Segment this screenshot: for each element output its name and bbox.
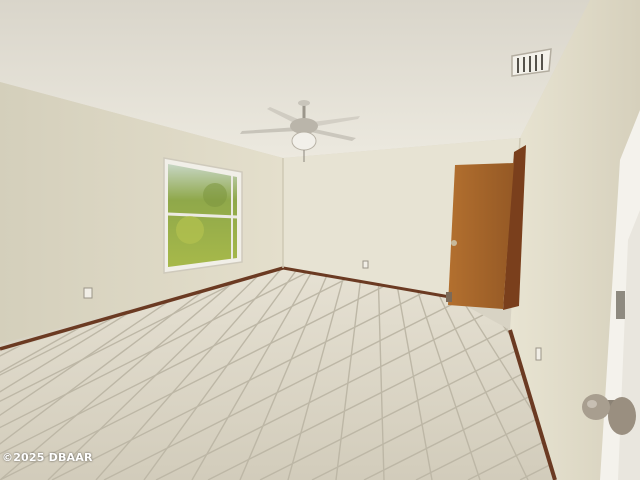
electrical-outlet-icon (83, 287, 93, 299)
room-photo: ©2025 DBAAR (0, 0, 640, 480)
door-hinge (616, 291, 625, 319)
door[interactable] (446, 145, 526, 310)
window (163, 157, 243, 274)
electrical-outlet-icon (362, 260, 369, 269)
door-stop (446, 292, 452, 302)
room-illustration (0, 0, 640, 480)
door-panel[interactable] (448, 163, 514, 309)
watermark: ©2025 DBAAR (2, 451, 93, 464)
electrical-outlet-icon (535, 347, 542, 361)
door-knob-icon[interactable] (451, 240, 457, 246)
